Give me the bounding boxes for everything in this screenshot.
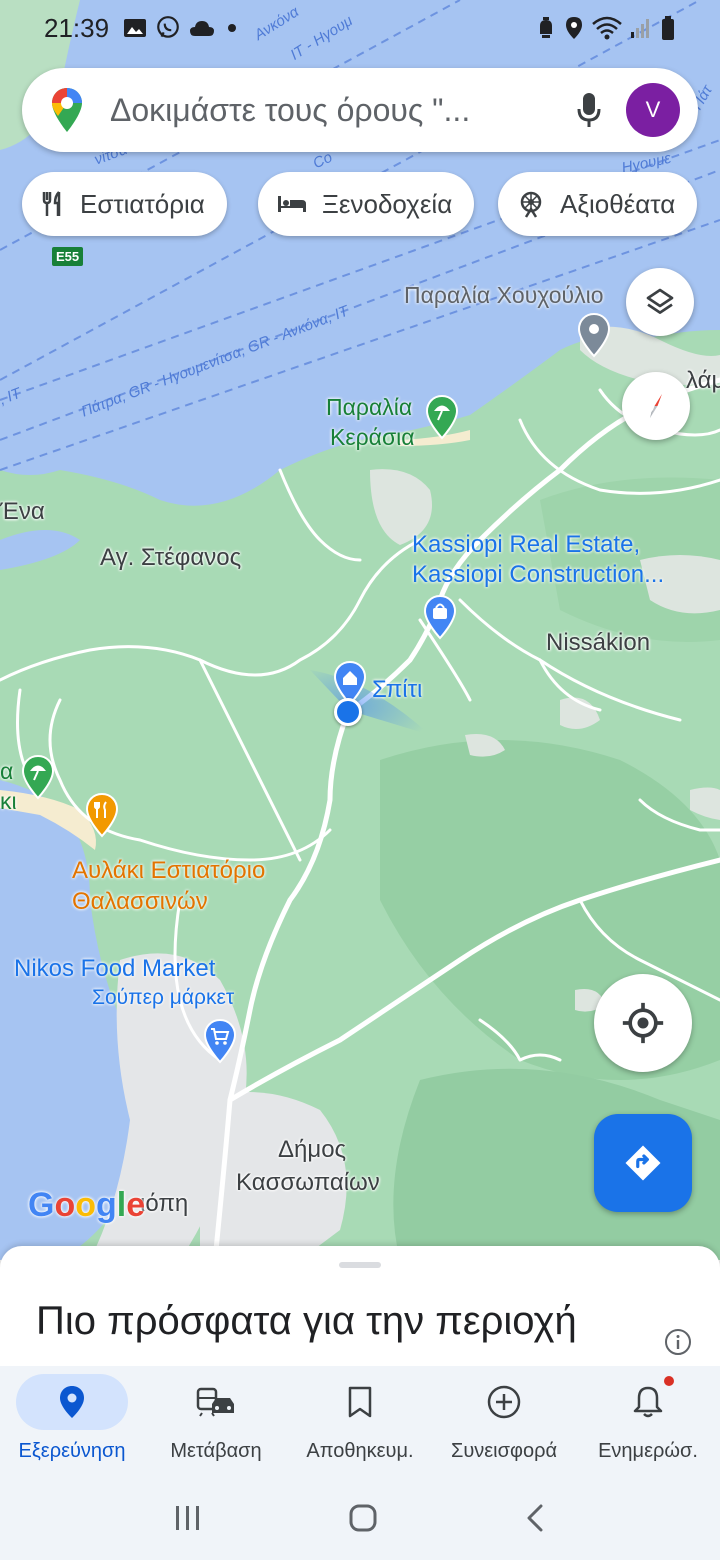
search-bar[interactable]: Δοκιμάστε τους όρους "... V bbox=[22, 68, 698, 152]
label-edge-ki: κι bbox=[0, 788, 17, 814]
nav-commute-label: Μετάβαση bbox=[170, 1440, 262, 1462]
alarm-icon bbox=[540, 17, 552, 38]
add-circle-icon bbox=[487, 1385, 521, 1419]
chip-restaurants-label: Εστιατόρια bbox=[80, 188, 205, 219]
cloud-icon bbox=[190, 21, 215, 36]
home-button-icon[interactable] bbox=[348, 1503, 378, 1533]
cart-pin-icon bbox=[203, 1018, 237, 1064]
supermarket-pin[interactable] bbox=[202, 1018, 238, 1064]
label-avlaki-1[interactable]: Αυλάκι Εστιατόριο bbox=[72, 857, 265, 885]
nav-contribute[interactable]: Συνεισφορά bbox=[432, 1366, 576, 1476]
beach-pin-left[interactable] bbox=[20, 754, 56, 800]
bell-icon bbox=[633, 1386, 663, 1418]
label-lam: λάμ bbox=[686, 367, 720, 394]
label-edge-a: α bbox=[0, 758, 14, 784]
chip-attractions[interactable]: Αξιοθέατα bbox=[498, 172, 698, 236]
beach-umbrella-pin-icon bbox=[21, 754, 55, 800]
attraction-icon bbox=[520, 191, 542, 218]
label-dimos-2: Κασσωπαίων bbox=[236, 1169, 380, 1196]
shopping-pin[interactable] bbox=[422, 594, 458, 640]
dot-icon bbox=[228, 24, 237, 32]
label-kassiopi-real-estate-2[interactable]: Kassiopi Construction... bbox=[412, 561, 664, 589]
microphone-icon[interactable] bbox=[576, 91, 602, 129]
compass-button[interactable] bbox=[622, 372, 690, 440]
explore-pin-icon bbox=[60, 1386, 84, 1418]
bookmark-icon bbox=[348, 1386, 372, 1418]
label-ag-stefanos[interactable]: Αγ. Στέφανος bbox=[100, 544, 241, 572]
restaurant-pin-icon bbox=[85, 792, 119, 838]
gallery-icon bbox=[124, 19, 147, 37]
wifi-icon bbox=[592, 16, 622, 40]
chip-hotels[interactable]: Ξενοδοχεία bbox=[258, 172, 475, 236]
my-location-button[interactable] bbox=[594, 974, 692, 1072]
location-icon bbox=[566, 17, 582, 39]
beach-pin-gray[interactable] bbox=[576, 312, 612, 358]
beach-pin-kerasia[interactable] bbox=[424, 394, 460, 440]
nav-saved-label: Αποθηκευμ. bbox=[306, 1440, 414, 1462]
nav-explore-indicator bbox=[16, 1374, 128, 1430]
bottom-sheet[interactable]: Πιο πρόσφατα για την περιοχή bbox=[0, 1246, 720, 1366]
nav-explore-label: Εξερεύνηση bbox=[18, 1440, 126, 1462]
road-shield-e55: E55 bbox=[52, 247, 84, 266]
label-home[interactable]: Σπίτι bbox=[372, 676, 422, 704]
layers-icon bbox=[646, 288, 674, 314]
nav-explore[interactable]: Εξερεύνηση bbox=[0, 1366, 144, 1476]
google-logo: Google bbox=[28, 1186, 146, 1224]
restaurant-pin[interactable] bbox=[84, 792, 120, 838]
label-dimos-1: Δήμος bbox=[278, 1136, 347, 1163]
directions-icon bbox=[625, 1145, 661, 1181]
chip-restaurants[interactable]: Εστιατόρια bbox=[22, 172, 227, 236]
battery-icon bbox=[662, 16, 674, 40]
nav-updates[interactable]: Ενημερώσ. bbox=[576, 1366, 720, 1476]
recent-apps-icon[interactable] bbox=[173, 1504, 203, 1532]
nav-updates-label: Ενημερώσ. bbox=[598, 1440, 698, 1462]
label-kassiopi-real-estate-1[interactable]: Kassiopi Real Estate, bbox=[412, 531, 640, 559]
directions-button[interactable] bbox=[594, 1114, 692, 1212]
label-paralia-houxoulio[interactable]: Παραλία Χουχούλιο bbox=[404, 282, 604, 308]
crosshair-icon bbox=[622, 1002, 664, 1044]
status-bar: 21:39 bbox=[0, 0, 720, 56]
info-icon[interactable] bbox=[664, 1328, 692, 1356]
my-location-dot bbox=[334, 698, 362, 726]
chip-attractions-label: Αξιοθέατα bbox=[560, 188, 676, 219]
compass-icon bbox=[650, 394, 662, 418]
nav-saved[interactable]: Αποθηκευμ. bbox=[288, 1366, 432, 1476]
shopping-bag-pin-icon bbox=[423, 594, 457, 640]
label-paralia-kerasia-2[interactable]: Κεράσια bbox=[330, 424, 415, 450]
google-maps-logo-icon bbox=[52, 88, 82, 132]
nav-commute[interactable]: Μετάβαση bbox=[144, 1366, 288, 1476]
status-time: 21:39 bbox=[44, 12, 110, 43]
label-nissakion[interactable]: Nissákion bbox=[546, 629, 650, 657]
hotel-icon bbox=[278, 196, 306, 212]
system-navigation-bar bbox=[0, 1476, 720, 1560]
avatar[interactable]: V bbox=[626, 83, 680, 137]
label-avlaki-2[interactable]: Θαλασσινών bbox=[72, 888, 208, 916]
label-paralia-kerasia-1[interactable]: Παραλία bbox=[326, 394, 412, 420]
label-ena: Ένα bbox=[0, 498, 45, 525]
back-icon[interactable] bbox=[523, 1503, 547, 1533]
commute-icon bbox=[196, 1387, 234, 1417]
viber-icon bbox=[157, 16, 179, 38]
beach-umbrella-pin-icon bbox=[425, 394, 459, 440]
bottom-navigation: Εξερεύνηση Μετάβαση Αποθηκευμ. Συνεισφορ… bbox=[0, 1366, 720, 1476]
sheet-drag-handle[interactable] bbox=[339, 1262, 381, 1268]
map-pin-icon bbox=[577, 312, 611, 358]
sheet-title: Πιο πρόσφατα για την περιοχή bbox=[36, 1299, 577, 1343]
label-supermarket[interactable]: Σούπερ μάρκετ bbox=[92, 986, 234, 1010]
nav-contribute-label: Συνεισφορά bbox=[450, 1440, 558, 1462]
label-nikos-food-market[interactable]: Nikos Food Market bbox=[14, 955, 215, 983]
label-kassiopi-town: ιόπη bbox=[140, 1190, 189, 1217]
restaurant-icon bbox=[42, 191, 61, 216]
notification-dot bbox=[664, 1376, 674, 1386]
layers-button[interactable] bbox=[626, 268, 694, 336]
signal-icon bbox=[631, 19, 649, 38]
search-input[interactable]: Δοκιμάστε τους όρους "... bbox=[110, 92, 576, 129]
chip-hotels-label: Ξενοδοχεία bbox=[322, 188, 453, 219]
location-heading-cone bbox=[310, 670, 430, 735]
